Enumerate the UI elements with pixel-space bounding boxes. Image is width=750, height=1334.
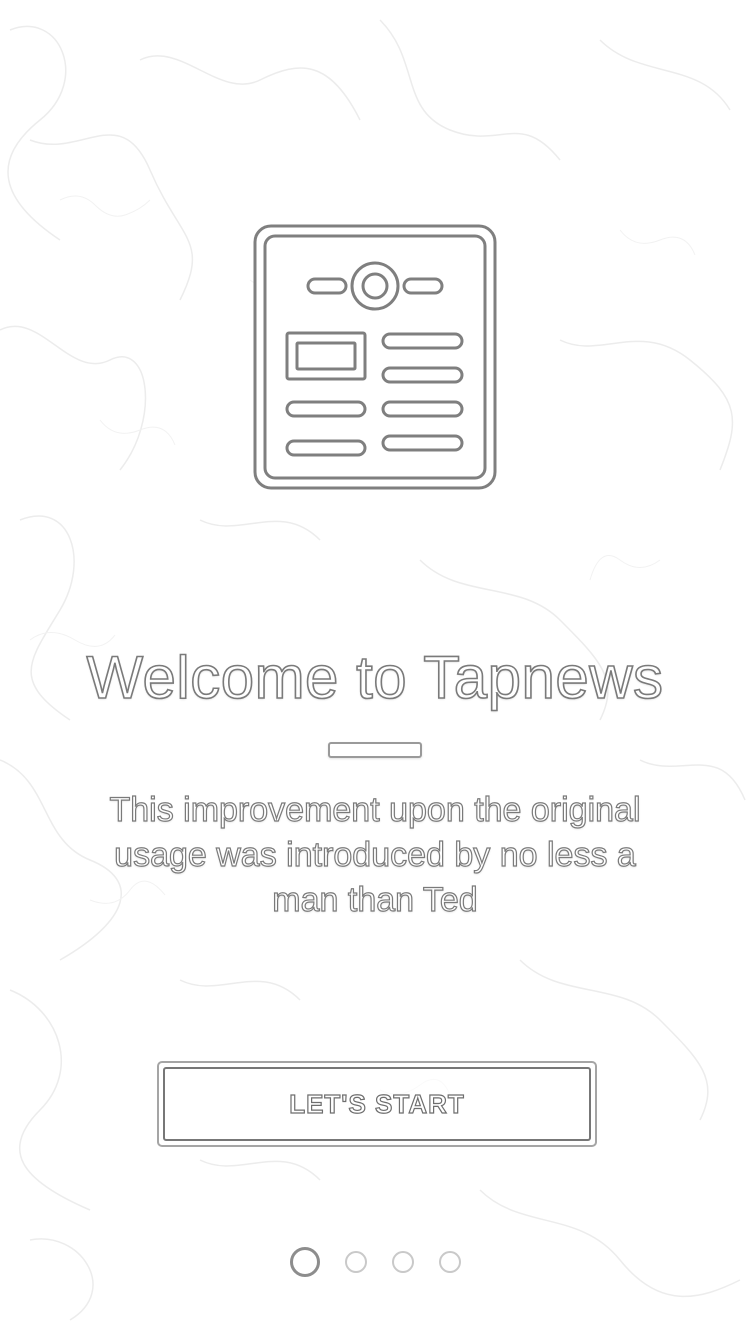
page-dot-4[interactable] bbox=[438, 1251, 461, 1273]
lets-start-label: LET'S START bbox=[289, 1088, 465, 1119]
page-indicator bbox=[0, 1244, 750, 1280]
welcome-subtitle: This improvement upon the original usage… bbox=[109, 790, 641, 919]
page-dot-3[interactable] bbox=[391, 1251, 414, 1273]
page-dot-1[interactable] bbox=[289, 1247, 320, 1277]
title-divider bbox=[328, 742, 422, 758]
onboarding-screen: Welcome to Tapnews This improvement upon… bbox=[0, 0, 750, 1334]
lets-start-button-frame: LET'S START bbox=[163, 1067, 591, 1141]
page-dot-2[interactable] bbox=[344, 1251, 367, 1273]
lets-start-button[interactable]: LET'S START bbox=[157, 1061, 597, 1147]
newspaper-icon bbox=[250, 222, 500, 494]
welcome-title: Welcome to Tapnews bbox=[86, 643, 664, 712]
